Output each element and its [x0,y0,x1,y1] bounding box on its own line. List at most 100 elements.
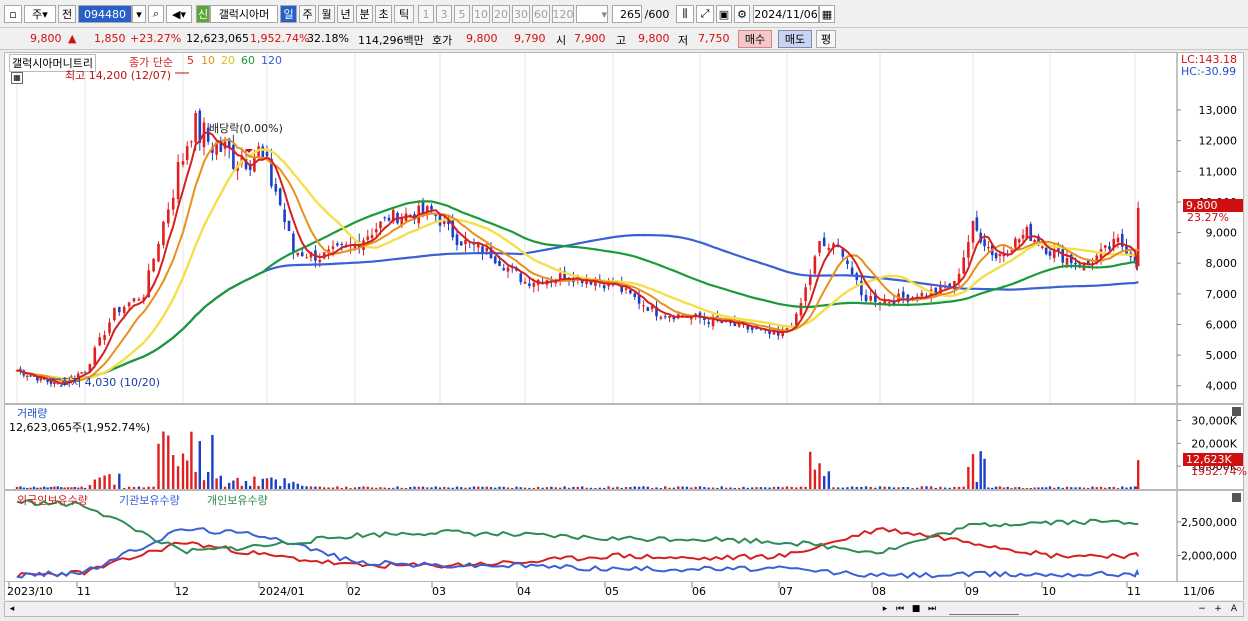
custom-input[interactable]: ▾ [576,5,608,23]
zoom-out-icon[interactable]: − [1195,603,1209,615]
price-tick-label: 7,000 [1206,288,1238,301]
zoom-in-icon[interactable]: + [1211,603,1225,615]
candle-body [98,337,101,346]
candle-body [292,233,295,252]
date-input[interactable]: 2024/11/06 [753,5,819,23]
volume-bar [603,487,606,489]
draw-icon[interactable]: ⤢ [696,5,714,23]
buy-button[interactable]: 매수 [738,30,772,48]
candle-icon[interactable]: ⫼ [676,5,694,23]
code-input[interactable]: 094480 [78,5,132,23]
minute-10[interactable]: 10 [472,5,490,23]
volume-bar [1037,487,1040,489]
type-select[interactable]: 주 ▾ [24,5,56,23]
candle-body [624,288,628,290]
price-chart[interactable]: 13,00012,00011,00010,0009,0008,0007,0006… [5,53,1243,403]
calendar-icon[interactable]: ▦ [819,5,835,23]
volume-bar [694,486,697,489]
candle-body [185,146,189,160]
volume-bar [472,486,476,489]
period-week[interactable]: 주 [299,5,316,23]
prev-button[interactable]: 전 [58,5,76,23]
candle-body [519,273,523,283]
minute-60[interactable]: 60 [532,5,550,23]
candle-body [846,260,849,265]
volume-bar [823,476,826,489]
holding-chart[interactable]: 2,500,000 2,000,000 [5,491,1243,581]
volume-bar [799,486,803,489]
zoom-slider[interactable] [949,603,1019,615]
minute-1[interactable]: 1 [418,5,434,23]
volume-bar [681,486,684,489]
volume-bar [759,487,763,489]
volume-bar [287,483,291,489]
first-icon[interactable]: ⏮ [893,603,907,615]
grid-icon[interactable]: ▦ [11,72,23,84]
holding-panel[interactable]: 2,500,000 2,000,000 외국인보유수량 기관보유수량 개인보유수량 [4,490,1244,582]
last-icon[interactable]: ⏭ [925,603,939,615]
collapse-icon[interactable] [1232,407,1241,416]
save-icon[interactable]: ▣ [716,5,732,23]
candle-body [1041,246,1044,249]
volume-bar [957,486,961,489]
font-icon[interactable]: A [1227,603,1241,615]
minute-30[interactable]: 30 [512,5,530,23]
candle-body [103,334,106,340]
ask-price: 9,800 [466,32,498,45]
date-label: 04 [517,585,531,598]
period-month[interactable]: 월 [318,5,335,23]
volume-chart[interactable]: 30,000K20,000K10,000K [5,405,1243,489]
period-minute[interactable]: 분 [356,5,373,23]
volume-bar [1006,486,1009,489]
count-input[interactable]: 265 [612,5,642,23]
period-day[interactable]: 일 [280,5,297,23]
eval-button[interactable]: 평 [816,30,836,48]
volume-bar [1002,487,1005,489]
candle-body [171,197,175,210]
scrollbar[interactable]: ◂ ▸ ⏮ ■ ⏭ − + A [4,601,1244,617]
period-second[interactable]: 초 [375,5,392,23]
price: 9,800 [30,32,62,45]
scroll-left-icon[interactable]: ◂ [7,603,17,615]
period-tick[interactable]: 틱 [394,5,414,23]
minute-120[interactable]: 120 [552,5,574,23]
volume-bar [888,486,891,489]
collapse-icon[interactable] [1232,493,1241,502]
period-year[interactable]: 년 [337,5,354,23]
volume-bar [443,486,446,489]
volume-panel[interactable]: 30,000K 20,000K 10,000K 거래량 12,623,065주(1,… [4,404,1247,490]
volume-bar [60,487,63,489]
minute-3[interactable]: 3 [436,5,452,23]
date-label: 09 [965,585,979,598]
search-icon[interactable]: ⌕ [148,5,164,23]
volume-bar [545,487,549,489]
volume-bar [32,486,36,489]
ma-120-line [16,233,1139,380]
minute-5[interactable]: 5 [454,5,470,23]
volume-bar [642,486,645,489]
sound-icon[interactable]: ◀▾ [166,5,192,23]
window-icon[interactable]: ▫ [4,5,22,23]
volume-bar [724,487,728,489]
holding-tick-label: 2,000,000 [1181,549,1237,562]
volume-bar [26,487,29,489]
code-dropdown-icon[interactable]: ▾ [132,5,146,23]
volume-bar [257,485,260,489]
price-panel[interactable]: 13,00012,00011,00010,0009,0008,0007,0006… [4,52,1244,404]
dividend-marker: 배당락(0.00%) [209,122,283,135]
volume-bar [975,481,979,489]
sell-button[interactable]: 매도 [778,30,812,48]
candle-body [523,281,527,284]
volume-bar [864,486,868,489]
candle-body [642,305,645,307]
volume-bar [430,487,433,489]
volume-bar [455,486,459,489]
minute-20[interactable]: 20 [492,5,510,23]
stop-icon[interactable]: ■ [909,603,923,615]
volume-bar [502,486,505,489]
volume-bar [624,487,628,489]
gear-icon[interactable]: ⚙ [734,5,750,23]
volume-bar [598,487,601,489]
hc-label: HC:-30.99 [1181,65,1237,78]
scroll-right-icon[interactable]: ▸ [879,603,891,615]
